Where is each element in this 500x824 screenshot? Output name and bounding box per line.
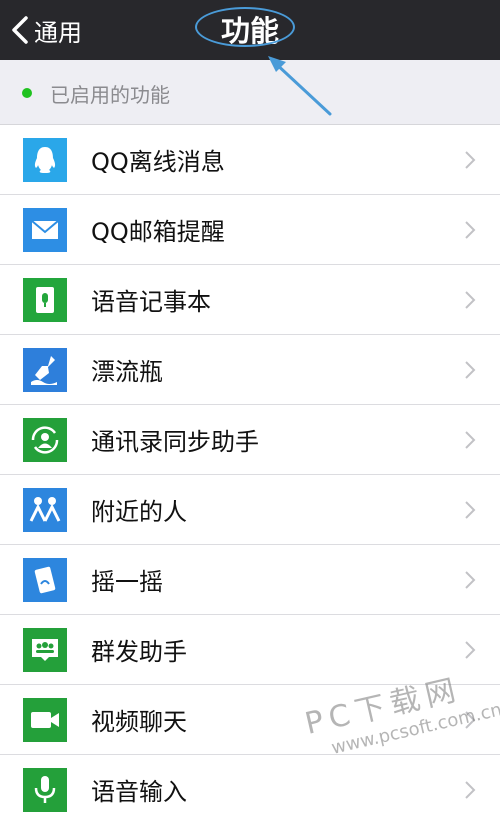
video-call-icon [23, 697, 67, 742]
feature-row-qq-mail[interactable]: QQ邮箱提醒 [0, 195, 500, 265]
chevron-right-icon [465, 361, 476, 379]
contact-sync-icon [23, 417, 67, 462]
section-label: 已启用的功能 [50, 82, 170, 107]
chevron-right-icon [465, 221, 476, 239]
feature-row-voice-notebook[interactable]: 语音记事本 [0, 265, 500, 335]
feature-label: QQ离线消息 [91, 148, 225, 176]
feature-label: 群发助手 [91, 638, 187, 666]
mail-icon [23, 207, 67, 252]
feature-label: 漂流瓶 [91, 358, 163, 386]
enabled-features-header: 已启用的功能 [0, 62, 500, 124]
feature-row-people-nearby[interactable]: 附近的人 [0, 475, 500, 545]
enabled-status-dot [22, 88, 32, 98]
people-nearby-icon [23, 487, 67, 532]
feature-label: 语音记事本 [91, 288, 211, 316]
feature-row-contact-sync[interactable]: 通讯录同步助手 [0, 405, 500, 475]
broadcast-icon [23, 627, 67, 672]
feature-row-qq-offline[interactable]: QQ离线消息 [0, 125, 500, 195]
feature-row-voice-input[interactable]: 语音输入 [0, 755, 500, 824]
voice-notebook-icon [23, 277, 67, 322]
chevron-right-icon [465, 431, 476, 449]
title-highlight-ellipse [195, 7, 295, 47]
shake-icon [23, 557, 67, 602]
feature-label: 摇一摇 [91, 568, 163, 596]
chevron-right-icon [465, 641, 476, 659]
feature-row-video-chat[interactable]: 视频聊天 [0, 685, 500, 755]
chevron-right-icon [465, 711, 476, 729]
chevron-right-icon [465, 571, 476, 589]
chevron-right-icon [465, 151, 476, 169]
voice-input-icon [23, 767, 67, 812]
chevron-right-icon [465, 291, 476, 309]
feature-label: QQ邮箱提醒 [91, 218, 225, 246]
feature-row-broadcast[interactable]: 群发助手 [0, 615, 500, 685]
feature-row-shake[interactable]: 摇一摇 [0, 545, 500, 615]
feature-list: QQ离线消息 QQ邮箱提醒 语音记事本 漂流瓶 通讯录同步助手 附近的人 摇一摇… [0, 124, 500, 824]
chevron-right-icon [465, 501, 476, 519]
feature-row-drift-bottle[interactable]: 漂流瓶 [0, 335, 500, 405]
feature-label: 语音输入 [91, 778, 187, 806]
qq-penguin-icon [23, 137, 67, 182]
feature-label: 通讯录同步助手 [91, 428, 259, 456]
drift-bottle-icon [23, 347, 67, 392]
feature-label: 附近的人 [91, 498, 187, 526]
feature-label: 视频聊天 [91, 708, 187, 736]
chevron-right-icon [465, 781, 476, 799]
